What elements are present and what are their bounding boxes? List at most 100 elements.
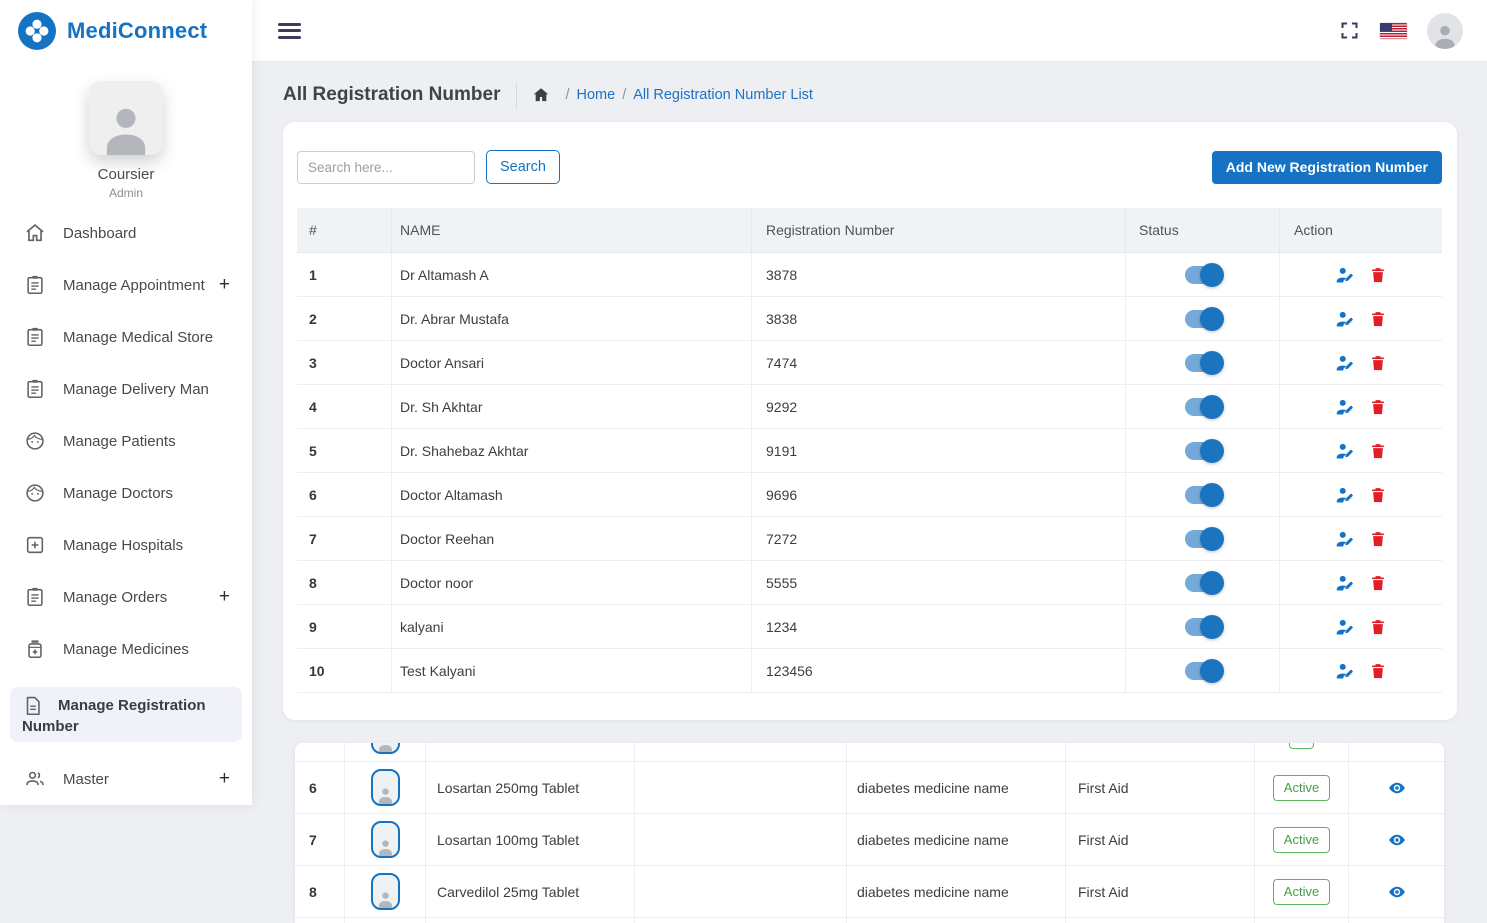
clipboard-icon xyxy=(24,378,46,400)
user-edit-icon[interactable] xyxy=(1336,442,1354,460)
trash-icon[interactable] xyxy=(1369,354,1387,372)
status-toggle[interactable] xyxy=(1185,266,1221,284)
us-flag-icon[interactable] xyxy=(1380,23,1407,39)
brand[interactable]: MediConnect xyxy=(0,0,252,62)
brand-logo-icon xyxy=(17,11,57,51)
sidebar-item-label: Manage Medical Store xyxy=(63,329,213,346)
registration-number: 7474 xyxy=(752,341,1126,385)
user-edit-icon[interactable] xyxy=(1336,486,1354,504)
breadcrumb-home-link[interactable]: Home xyxy=(577,87,616,103)
divider xyxy=(516,83,517,108)
expand-plus-icon: + xyxy=(219,586,230,608)
topbar xyxy=(252,0,1487,62)
user-edit-icon[interactable] xyxy=(1336,310,1354,328)
table-row: 1 Dr Altamash A 3878 xyxy=(297,253,1442,297)
table-header-row: # NAME Registration Number Status Action xyxy=(297,208,1442,253)
empty-cell xyxy=(635,814,847,866)
row-number: 2 xyxy=(297,297,392,341)
trash-icon[interactable] xyxy=(1369,574,1387,592)
trash-icon[interactable] xyxy=(1369,266,1387,284)
user-edit-icon[interactable] xyxy=(1336,398,1354,416)
user-edit-icon[interactable] xyxy=(1336,354,1354,372)
hamburger-icon[interactable] xyxy=(278,23,301,39)
status-toggle[interactable] xyxy=(1185,310,1221,328)
home-icon[interactable] xyxy=(532,86,550,104)
trash-icon[interactable] xyxy=(1369,486,1387,504)
sidebar-item-master[interactable]: Master + xyxy=(0,753,252,805)
sidebar-item-manage-hospitals[interactable]: Manage Hospitals xyxy=(0,519,252,571)
sidebar-item-dashboard[interactable]: Dashboard xyxy=(0,207,252,259)
sidebar-item-manage-orders[interactable]: Manage Orders + xyxy=(0,571,252,623)
table-row: 2 Dr. Abrar Mustafa 3838 xyxy=(297,297,1442,341)
registration-number: 9292 xyxy=(752,385,1126,429)
sidebar-item-manage-appointment[interactable]: Manage Appointment + xyxy=(0,259,252,311)
user-edit-icon[interactable] xyxy=(1336,530,1354,548)
eye-icon[interactable] xyxy=(1388,883,1406,901)
status-toggle[interactable] xyxy=(1185,574,1221,592)
header-num: # xyxy=(297,208,392,253)
medicine-image[interactable] xyxy=(371,769,400,806)
medicine-image[interactable] xyxy=(371,873,400,910)
row-number: 4 xyxy=(297,385,392,429)
sidebar-item-label: Manage Patients xyxy=(63,433,176,450)
status-toggle[interactable] xyxy=(1185,486,1221,504)
profile-avatar xyxy=(89,81,163,155)
sidebar-item-manage-registration-number[interactable]: Manage Registration Number xyxy=(10,687,242,742)
table-row-partial xyxy=(295,918,1444,923)
sidebar-item-label: Manage Doctors xyxy=(63,485,173,502)
empty-cell xyxy=(635,866,847,918)
registration-number: 3838 xyxy=(752,297,1126,341)
user-avatar[interactable] xyxy=(1427,13,1463,49)
status-badge: Active xyxy=(1273,879,1330,905)
eye-icon[interactable] xyxy=(1388,831,1406,849)
search-input[interactable] xyxy=(297,151,475,184)
user-edit-icon[interactable] xyxy=(1336,618,1354,636)
user-edit-icon[interactable] xyxy=(1336,574,1354,592)
trash-icon[interactable] xyxy=(1369,662,1387,680)
header-registration-number: Registration Number xyxy=(752,208,1126,253)
breadcrumb-current[interactable]: All Registration Number List xyxy=(633,87,813,103)
eye-icon[interactable] xyxy=(1388,779,1406,797)
user-edit-icon[interactable] xyxy=(1336,266,1354,284)
status-toggle[interactable] xyxy=(1185,618,1221,636)
trash-icon[interactable] xyxy=(1369,618,1387,636)
table-row: 10 Test Kalyani 123456 xyxy=(297,649,1442,693)
sidebar-item-manage-medical-store[interactable]: Manage Medical Store xyxy=(0,311,252,363)
add-registration-button[interactable]: Add New Registration Number xyxy=(1212,151,1442,184)
sidebar-item-label: Manage Medicines xyxy=(63,641,189,658)
sidebar-item-manage-patients[interactable]: Manage Patients xyxy=(0,415,252,467)
medicine-image[interactable] xyxy=(371,821,400,858)
row-number: 5 xyxy=(297,429,392,473)
profile-role: Admin xyxy=(0,186,252,200)
fullscreen-icon[interactable] xyxy=(1339,20,1360,41)
doctor-name: Doctor noor xyxy=(392,561,752,605)
status-toggle[interactable] xyxy=(1185,354,1221,372)
trash-icon[interactable] xyxy=(1369,442,1387,460)
trash-icon[interactable] xyxy=(1369,398,1387,416)
trash-icon[interactable] xyxy=(1369,530,1387,548)
table-row: 9 kalyani 1234 xyxy=(297,605,1442,649)
medicine-image[interactable] xyxy=(371,743,400,754)
clipboard-icon xyxy=(24,586,46,608)
sidebar-item-manage-doctors[interactable]: Manage Doctors xyxy=(0,467,252,519)
status-toggle[interactable] xyxy=(1185,530,1221,548)
status-toggle[interactable] xyxy=(1185,398,1221,416)
people-icon xyxy=(24,768,46,790)
expand-plus-icon: + xyxy=(219,768,230,790)
header-name: NAME xyxy=(392,208,752,253)
user-edit-icon[interactable] xyxy=(1336,662,1354,680)
registration-number: 5555 xyxy=(752,561,1126,605)
trash-icon[interactable] xyxy=(1369,310,1387,328)
sidebar-item-manage-medicines[interactable]: Manage Medicines xyxy=(0,623,252,675)
sidebar-item-manage-delivery-man[interactable]: Manage Delivery Man xyxy=(0,363,252,415)
status-toggle[interactable] xyxy=(1185,442,1221,460)
row-number: 8 xyxy=(297,561,392,605)
search-button[interactable]: Search xyxy=(486,150,560,184)
face-icon xyxy=(24,430,46,452)
doctor-name: Test Kalyani xyxy=(392,649,752,693)
doctor-name: Doctor Ansari xyxy=(392,341,752,385)
status-toggle[interactable] xyxy=(1185,662,1221,680)
registration-table: # NAME Registration Number Status Action… xyxy=(297,208,1442,693)
doctor-name: Doctor Reehan xyxy=(392,517,752,561)
doctor-name: Dr. Sh Akhtar xyxy=(392,385,752,429)
